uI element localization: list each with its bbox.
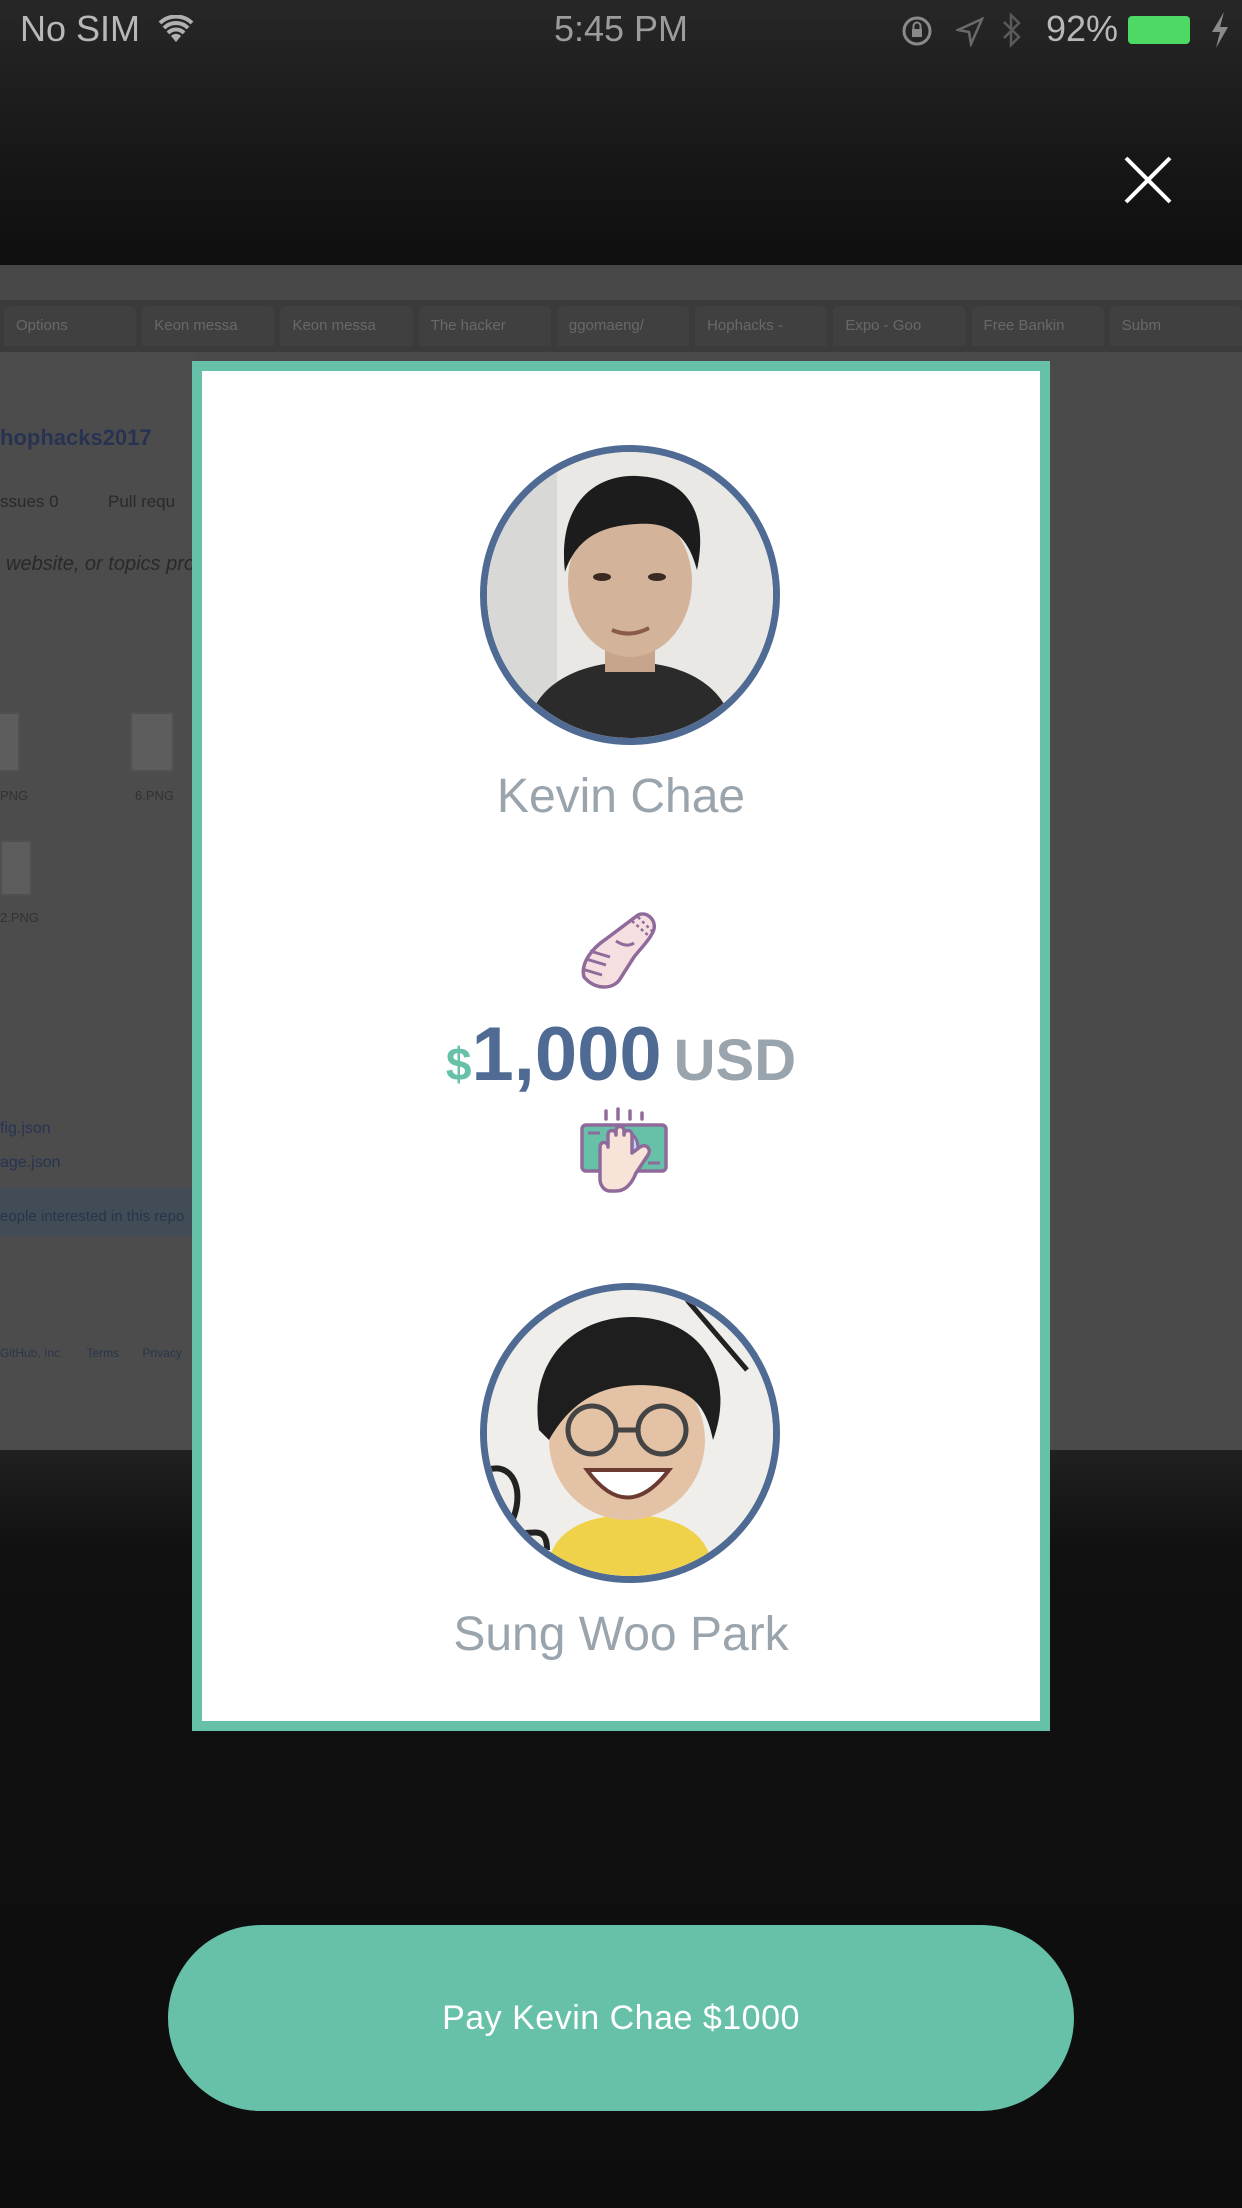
bluetooth-icon — [1000, 10, 1024, 59]
charging-icon — [1208, 10, 1232, 59]
payer-name: Sung Woo Park — [453, 1608, 789, 1661]
currency-code: USD — [673, 1028, 797, 1093]
currency-symbol: $ — [445, 1038, 472, 1090]
close-icon — [1124, 156, 1172, 204]
money-in-hand-icon — [578, 1107, 670, 1206]
handshake-icon — [576, 907, 666, 1002]
payment-confirmation-screen: Options Keon messa Keon messa The hacker… — [0, 0, 1242, 2208]
pay-button-label: Pay Kevin Chae $1000 — [442, 1998, 800, 2037]
payment-amount: $1,000 USD — [202, 1011, 1040, 1098]
location-icon — [953, 14, 985, 56]
payment-card: Kevin Chae $1,000 USD Sung Woo Park — [192, 361, 1050, 1731]
status-bar: No SIM 5:45 PM 92% — [0, 0, 1242, 60]
payer-avatar — [480, 1283, 780, 1583]
battery-percent: 92% — [1046, 8, 1119, 49]
payee-avatar — [480, 445, 780, 745]
orientation-lock-icon — [900, 14, 934, 57]
amount-value: 1,000 — [471, 1012, 662, 1097]
pay-button[interactable]: Pay Kevin Chae $1000 — [168, 1925, 1074, 2111]
payee-name: Kevin Chae — [496, 770, 746, 823]
close-button[interactable] — [1120, 152, 1176, 208]
battery-icon — [1128, 16, 1190, 44]
